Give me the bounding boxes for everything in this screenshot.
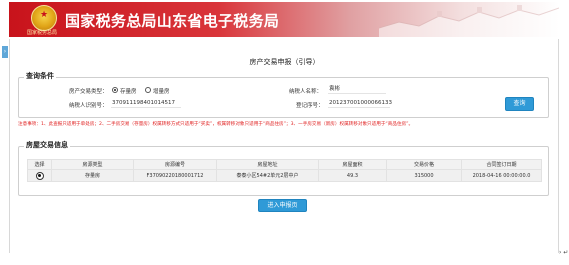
- radio-existing-house-label: 存量房: [120, 89, 137, 95]
- cell-trade-price: 315000: [386, 169, 462, 182]
- cell-house-type: 存量房: [51, 169, 134, 182]
- cell-house-area: 49.3: [318, 169, 387, 182]
- great-wall-decoration: [379, 5, 559, 37]
- column-header: 房屋地址: [216, 159, 319, 170]
- cell-contract-date: 2018-04-16 00:00:00.0: [461, 169, 542, 182]
- column-header: 交易价格: [386, 159, 462, 170]
- radio-new-house[interactable]: [145, 87, 151, 93]
- row-select-radio[interactable]: [35, 171, 44, 180]
- registration-field[interactable]: 201237001000066133: [328, 98, 392, 108]
- query-panel: [18, 77, 549, 118]
- radio-new-house-label: 增量房: [153, 89, 170, 95]
- notice-text: 注意事项：1、此查报只适用于单处房；2、二手房交易（存量房）权属转移方式只适用于…: [18, 122, 414, 127]
- taxpayer-name-label: 纳税人名称：: [289, 89, 323, 95]
- row-select-cell[interactable]: [27, 169, 52, 182]
- column-header: 合同签订日期: [461, 159, 542, 170]
- column-header: 房屋面积: [318, 159, 387, 170]
- query-legend: 查询条件: [24, 71, 56, 81]
- column-header: 房源类型: [51, 159, 134, 170]
- cell-house-code: F3709022018000171​2: [133, 169, 217, 182]
- page-title: 房产交易申报（引导）: [249, 58, 320, 66]
- tax-emblem-icon: ★: [31, 5, 57, 31]
- header-banner: ★ 国家税务总局 国家税务总局山东省电子税务局: [9, 2, 559, 37]
- taxpayer-id-label: 纳税人识别号：: [69, 103, 108, 109]
- column-header: 选择: [27, 159, 52, 170]
- taxpayer-name-field[interactable]: 袁彬: [328, 84, 386, 94]
- table-row[interactable]: 存量房 F3709022018000171​2 泰泰小区54#2单元2层中户 4…: [27, 169, 542, 182]
- emblem-caption: 国家税务总局: [27, 30, 58, 36]
- right-divider: [558, 39, 559, 253]
- table-header-row: 选择 房源类型 房源编号 房屋地址 房屋面积 交易价格 合同签订日期: [27, 159, 542, 170]
- house-info-table: 选择 房源类型 房源编号 房屋地址 房屋面积 交易价格 合同签订日期 存量房 F…: [27, 159, 542, 182]
- registration-label: 登记序号：: [296, 103, 324, 109]
- taxpayer-id-field[interactable]: 370911198401014517: [111, 98, 181, 108]
- site-title: 国家税务总局山东省电子税务局: [65, 12, 280, 30]
- corner-glyph: › ↵: [559, 249, 569, 256]
- trade-type-label: 房产交易类型：: [69, 89, 108, 95]
- cell-house-address: 泰泰小区54#2单元2层中户: [216, 169, 319, 182]
- column-header: 房源编号: [133, 159, 217, 170]
- left-divider: [9, 39, 10, 253]
- search-button[interactable]: 查询: [505, 97, 534, 111]
- house-info-legend: 房屋交易信息: [24, 140, 70, 150]
- radio-existing-house[interactable]: [112, 87, 118, 93]
- enter-declaration-button[interactable]: 进入申报页: [258, 199, 307, 212]
